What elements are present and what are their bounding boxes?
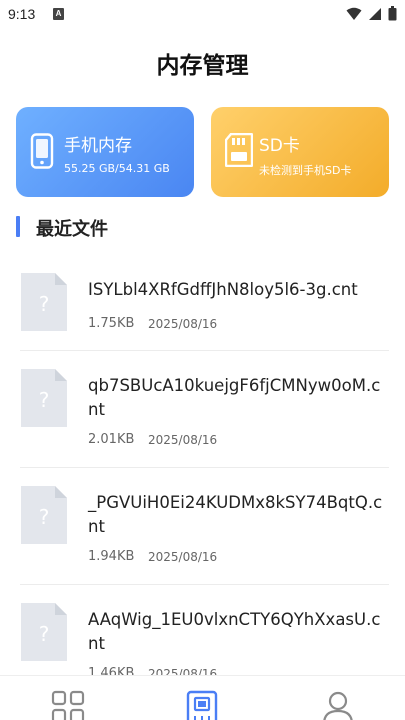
file-date: 2025/08/16 [148,433,218,447]
phone-memory-card[interactable]: 手机内存 55.25 GB/54.31 GB [16,107,194,197]
file-list-item[interactable]: ? AAqWig_1EU0vlxnCTY6QYhXxasU.cnt 1.46KB… [0,585,405,675]
battery-icon [388,6,397,21]
sd-card-status: 未检测到手机SD卡 [259,164,352,177]
file-size: 2.01KB [88,432,135,447]
file-date: 2025/08/16 [148,317,218,331]
file-date: 2025/08/16 [148,667,218,675]
svg-text:?: ? [39,622,50,646]
file-list-item[interactable]: ? _PGVUiH0Ei24KUDMx8kSY74BqtQ.cnt 1.94KB… [0,468,405,585]
page-title: 内存管理 [156,53,249,79]
notification-badge-icon: A [53,8,64,20]
svg-text:?: ? [39,505,50,529]
status-bar: 9:13 A [0,0,405,30]
file-size: 1.46KB [88,666,135,675]
sd-card-title: SD卡 [259,136,300,156]
signal-icon [369,7,381,20]
status-indicators [346,6,397,21]
unknown-file-icon: ? [21,369,67,427]
unknown-file-icon: ? [21,486,67,544]
sd-card-card[interactable]: SD卡 未检测到手机SD卡 [211,107,389,197]
storage-icon[interactable] [185,690,219,720]
file-size: 1.94KB [88,549,135,564]
phone-icon [30,133,54,169]
section-accent-bar [16,216,20,237]
sd-card-icon [225,133,253,167]
file-list-item[interactable]: ? qb7SBUcA10kuejgF6fjCMNyw0oM.cnt 2.01KB… [0,351,405,468]
file-size: 1.75KB [88,316,135,331]
phone-memory-title: 手机内存 [64,136,132,156]
bottom-navigation [0,675,405,720]
file-name: _PGVUiH0Ei24KUDMx8kSY74BqtQ.cnt [88,493,383,536]
phone-memory-usage: 55.25 GB/54.31 GB [64,162,170,175]
recent-files-title: 最近文件 [36,219,108,240]
grid-icon[interactable] [51,690,85,720]
recent-file-list[interactable]: ? ISYLbl4XRfGdffJhN8loy5l6-3g.cnt 1.75KB… [0,255,405,675]
unknown-file-icon: ? [21,273,67,331]
unknown-file-icon: ? [21,603,67,661]
user-icon[interactable] [321,690,355,720]
file-name: AAqWig_1EU0vlxnCTY6QYhXxasU.cnt [88,610,381,653]
status-time: 9:13 [8,6,36,22]
file-name: ISYLbl4XRfGdffJhN8loy5l6-3g.cnt [88,280,358,299]
file-date: 2025/08/16 [148,550,218,564]
svg-text:?: ? [39,388,50,412]
wifi-icon [346,7,362,20]
file-name: qb7SBUcA10kuejgF6fjCMNyw0oM.cnt [88,376,381,419]
svg-text:?: ? [39,292,50,316]
